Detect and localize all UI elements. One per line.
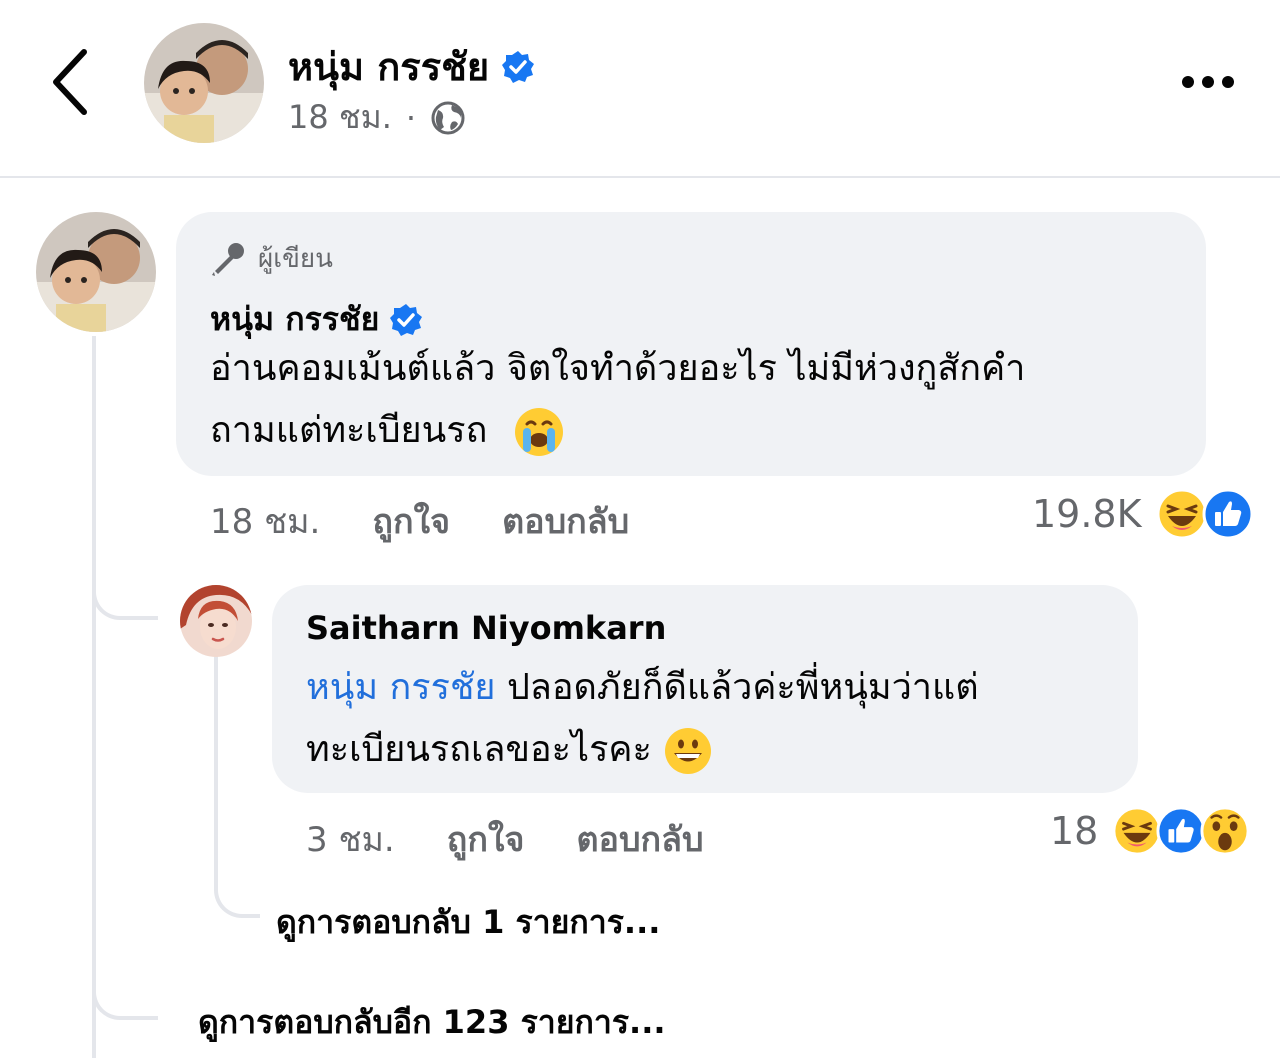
crying-face-emoji-icon	[514, 408, 563, 456]
author-badge-label: ผู้เขียน	[258, 244, 333, 274]
post-time[interactable]: 18 ชม.	[288, 92, 392, 143]
comment-bubble[interactable]: ผู้เขียน หนุ่ม กรรชัย อ่านคอมเม้นต์แล้ว …	[176, 212, 1206, 476]
mention-link[interactable]: หนุ่ม กรรชัย	[306, 667, 496, 708]
verified-badge-icon	[502, 50, 535, 83]
comment-time[interactable]: 18 ชม.	[210, 494, 320, 548]
thread-line-branch-reply	[92, 560, 158, 620]
wow-reaction-icon	[1200, 806, 1250, 856]
reaction-count[interactable]: 19.8K	[1032, 492, 1142, 536]
thread-line-branch-more	[92, 960, 158, 1020]
reply-text-line-2: ทะเบียนรถเลขอะไรคะ	[306, 719, 1126, 781]
reply-like-button[interactable]: ถูกใจ	[447, 812, 525, 866]
haha-reaction-icon	[1112, 806, 1162, 856]
reply-reply-button[interactable]: ตอบกลับ	[576, 812, 703, 866]
comment-text-line: ถามแต่ทะเบียนรถ	[210, 400, 1190, 462]
reply-text: หนุ่ม กรรชัย ปลอดภัยก็ดีแล้วค่ะพี่หนุ่มว…	[306, 657, 1126, 781]
meta-separator: ·	[405, 98, 417, 137]
grinning-face-emoji-icon	[665, 728, 712, 774]
reply-text-line-1: หนุ่ม กรรชัย ปลอดภัยก็ดีแล้วค่ะพี่หนุ่มว…	[306, 657, 1126, 719]
commenter-avatar[interactable]	[36, 212, 156, 332]
thread-line-nested	[214, 652, 260, 918]
thread-line-main	[92, 336, 96, 1058]
back-button[interactable]	[40, 40, 100, 124]
reply-reaction-icons	[1112, 806, 1250, 856]
more-dot	[1202, 76, 1214, 88]
comment-text-line: อ่านคอมเม้นต์แล้ว จิตใจทำด้วยอะไร ไม่มีห…	[210, 348, 1026, 389]
comment-actions: 18 ชม. ถูกใจ ตอบกลับ	[210, 494, 681, 548]
reply-reaction-count[interactable]: 18	[1050, 809, 1098, 853]
reply-button[interactable]: ตอบกลับ	[502, 494, 629, 548]
reply-text-line-1-body: ปลอดภัยก็ดีแล้วค่ะพี่หนุ่มว่าแต่	[495, 667, 979, 708]
like-reaction-icon	[1156, 806, 1206, 856]
comment-text: อ่านคอมเม้นต์แล้ว จิตใจทำด้วยอะไร ไม่มีห…	[210, 338, 1190, 462]
microphone-icon	[212, 242, 244, 276]
post-author-name[interactable]: หนุ่ม กรรชัย	[288, 36, 535, 97]
author-avatar[interactable]	[144, 23, 264, 143]
post-meta: 18 ชม. ·	[288, 92, 466, 143]
view-more-replies-link[interactable]: ดูการตอบกลับอีก 123 รายการ...	[198, 997, 666, 1048]
comment-text-line-2: ถามแต่ทะเบียนรถ	[210, 410, 488, 451]
reaction-icons	[1156, 488, 1254, 540]
view-nested-replies-link[interactable]: ดูการตอบกลับ 1 รายการ...	[276, 897, 660, 948]
reply-text-line-2-body: ทะเบียนรถเลขอะไรคะ	[306, 729, 652, 770]
reply-actions: 3 ชม. ถูกใจ ตอบกลับ	[306, 812, 756, 866]
reply-time[interactable]: 3 ชม.	[306, 812, 395, 866]
post-author-name-text[interactable]: หนุ่ม กรรชัย	[288, 36, 489, 97]
reply-author-name[interactable]: Saitharn Niyomkarn	[306, 609, 666, 647]
reply-commenter-avatar[interactable]	[180, 585, 252, 657]
like-reaction-icon	[1202, 488, 1254, 540]
reply-reaction-summary[interactable]: 18	[1050, 806, 1250, 856]
post-header: หนุ่ม กรรชัย 18 ชม. ·	[0, 0, 1280, 178]
more-options-button[interactable]	[1176, 60, 1240, 104]
author-badge: ผู้เขียน	[210, 238, 333, 279]
globe-icon	[431, 101, 465, 134]
reaction-summary[interactable]: 19.8K	[1032, 488, 1254, 540]
haha-reaction-icon	[1156, 488, 1208, 540]
more-dot	[1182, 76, 1194, 88]
reply-bubble[interactable]: Saitharn Niyomkarn หนุ่ม กรรชัย ปลอดภัยก…	[272, 585, 1138, 793]
more-dot	[1222, 76, 1234, 88]
chevron-left-icon	[53, 49, 87, 115]
like-button[interactable]: ถูกใจ	[372, 494, 450, 548]
verified-badge-icon	[390, 303, 423, 336]
